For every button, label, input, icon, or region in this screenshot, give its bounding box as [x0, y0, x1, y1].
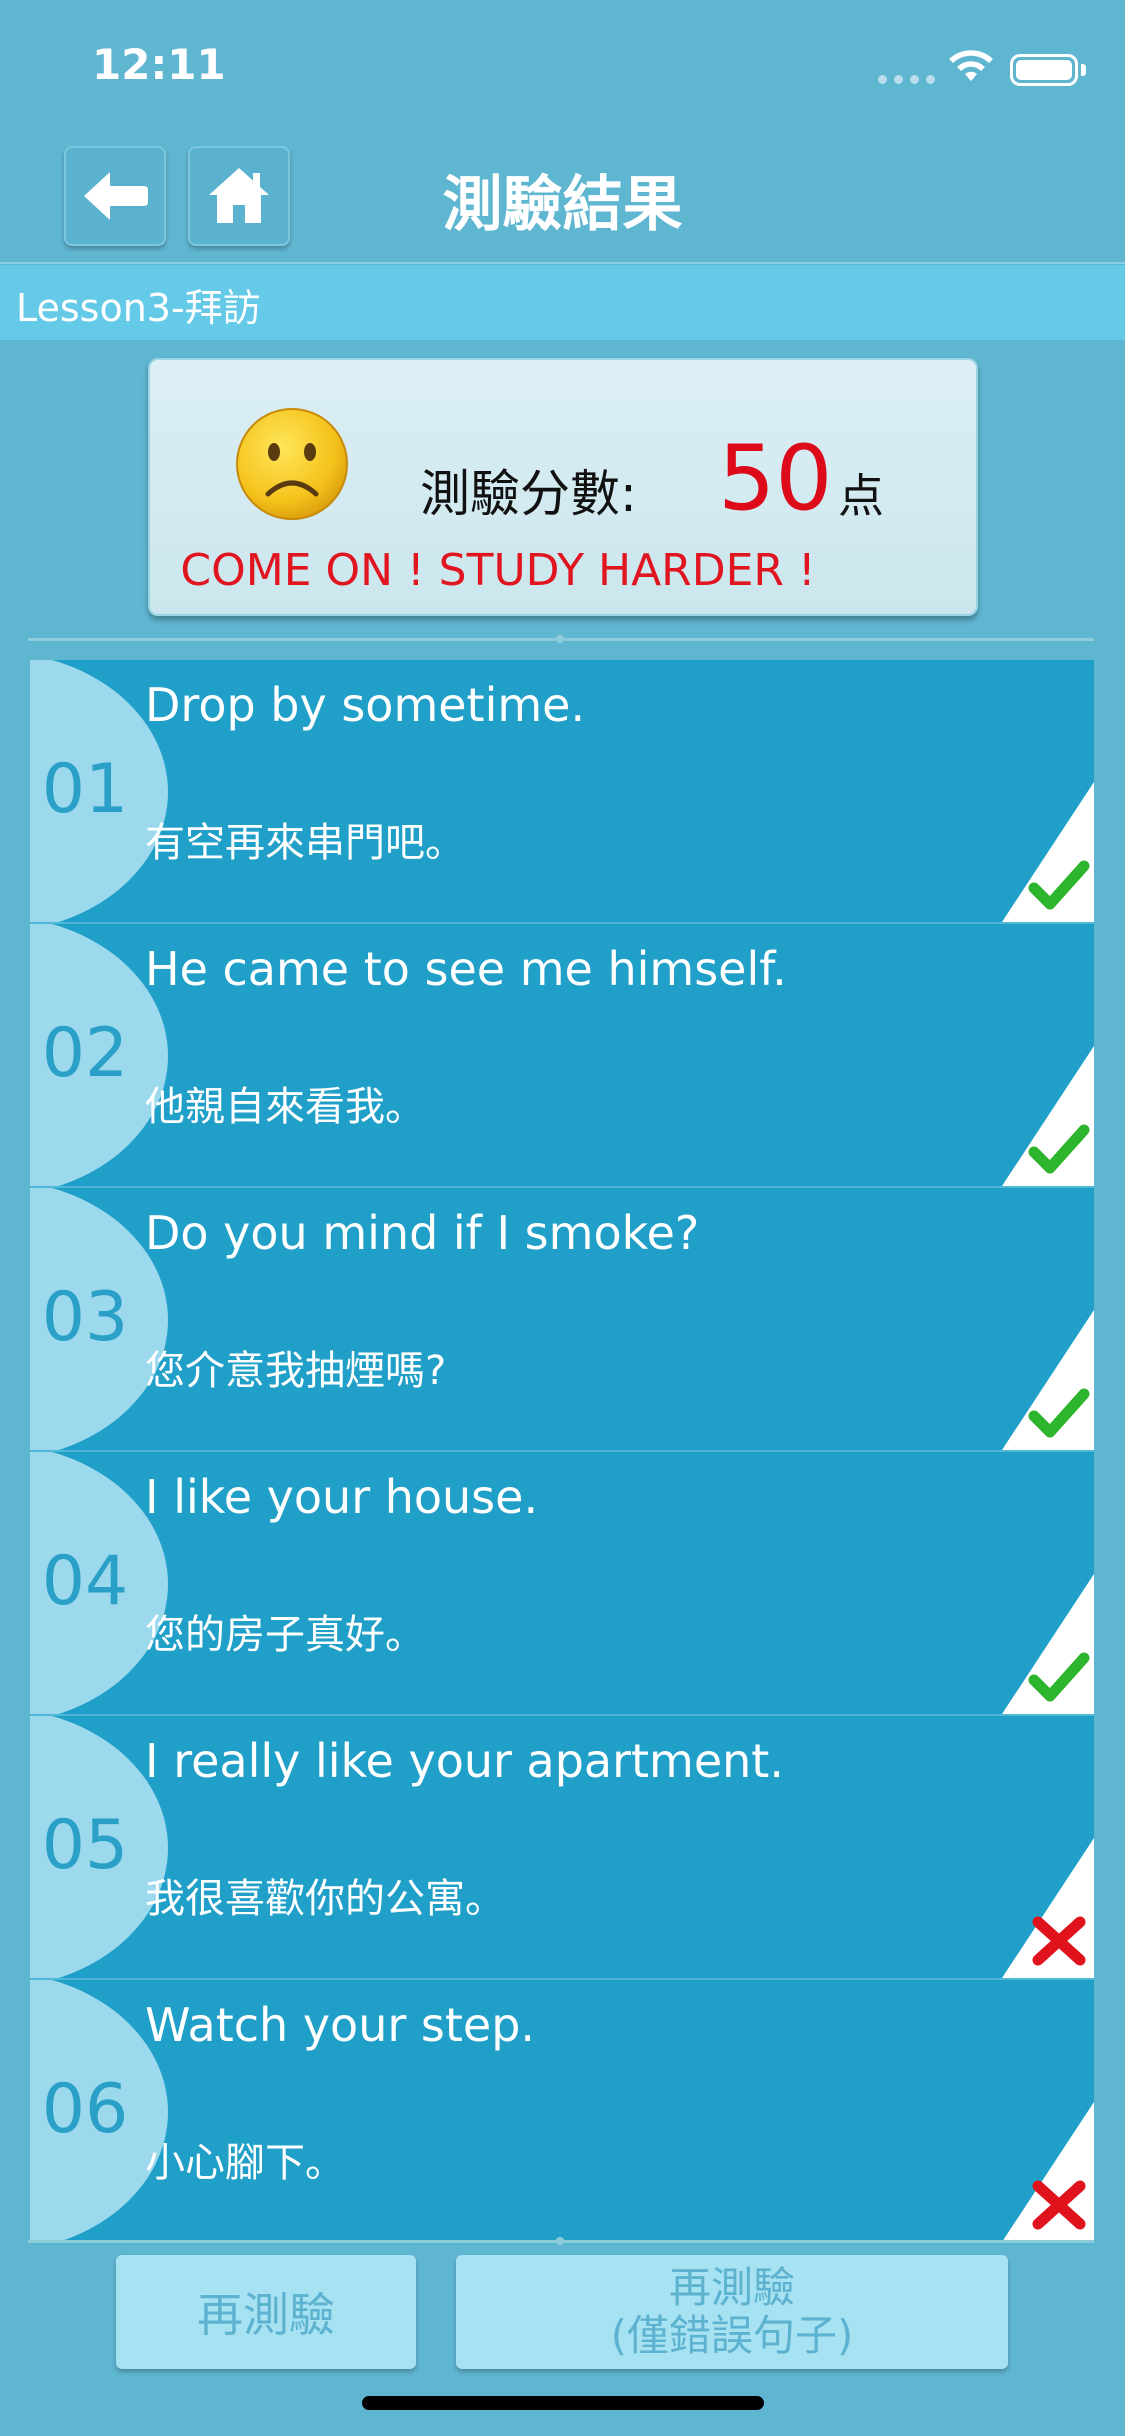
retest-wrong-label-line1: 再測驗: [668, 2263, 795, 2312]
sad-face-icon: [236, 408, 348, 520]
encouragement-message: COME ON ! STUDY HARDER !: [180, 545, 816, 596]
row-number: 03: [41, 1278, 129, 1357]
wifi-icon: [949, 50, 993, 81]
cross-icon: [1032, 2180, 1086, 2230]
page-title: 測驗結果: [442, 170, 683, 240]
english-sentence: He came to see me himself.: [145, 942, 787, 996]
home-indicator: [362, 2396, 764, 2410]
cellular-signal-icon: [878, 75, 935, 84]
chinese-sentence: 小心腳下。: [145, 2140, 345, 2186]
row-number: 04: [41, 1542, 129, 1621]
result-row[interactable]: 04 I like your house. 您的房子真好。: [30, 1452, 1094, 1716]
result-row[interactable]: 01 Drop by sometime. 有空再來串門吧。: [30, 660, 1094, 924]
battery-icon: [1010, 54, 1078, 86]
row-number: 05: [41, 1806, 129, 1885]
english-sentence: I really like your apartment.: [145, 1734, 784, 1788]
retest-button-label: 再測驗: [197, 2288, 335, 2342]
status-time: 12:11: [92, 40, 226, 89]
check-icon: [1028, 860, 1090, 910]
score-value: 50: [718, 426, 833, 531]
english-sentence: Do you mind if I smoke?: [145, 1206, 700, 1260]
result-row[interactable]: 06 Watch your step. 小心腳下。: [30, 1980, 1094, 2244]
english-sentence: Watch your step.: [145, 1998, 536, 2052]
check-icon: [1028, 1388, 1090, 1438]
retest-wrong-only-button[interactable]: 再測驗 (僅錯誤句子): [456, 2255, 1008, 2369]
result-list: 01 Drop by sometime. 有空再來串門吧。 02 He came to …: [30, 660, 1094, 2244]
score-unit: 点: [838, 469, 884, 523]
retest-button[interactable]: 再測驗: [116, 2255, 416, 2369]
result-row[interactable]: 05 I really like your apartment. 我很喜歡你的公寓。: [30, 1716, 1094, 1980]
retest-wrong-label-line2: (僅錯誤句子): [610, 2311, 854, 2360]
lesson-title: Lesson3-拜訪: [16, 286, 261, 330]
check-icon: [1028, 1652, 1090, 1702]
chinese-sentence: 我很喜歡你的公寓。: [145, 1876, 505, 1922]
score-label: 測驗分數:: [420, 465, 637, 523]
header-divider: [0, 262, 1125, 264]
row-number: 02: [41, 1014, 129, 1093]
chinese-sentence: 他親自來看我。: [145, 1084, 425, 1130]
row-number: 01: [41, 750, 129, 829]
chinese-sentence: 您的房子真好。: [145, 1612, 425, 1658]
row-number: 06: [41, 2070, 129, 2149]
chinese-sentence: 有空再來串門吧。: [145, 820, 465, 866]
chinese-sentence: 您介意我抽煙嗎?: [145, 1348, 447, 1394]
english-sentence: Drop by sometime.: [145, 678, 586, 732]
result-row[interactable]: 03 Do you mind if I smoke? 您介意我抽煙嗎?: [30, 1188, 1094, 1452]
check-icon: [1028, 1124, 1090, 1174]
cross-icon: [1032, 1916, 1086, 1966]
result-row[interactable]: 02 He came to see me himself. 他親自來看我。: [30, 924, 1094, 1188]
english-sentence: I like your house.: [145, 1470, 539, 1524]
